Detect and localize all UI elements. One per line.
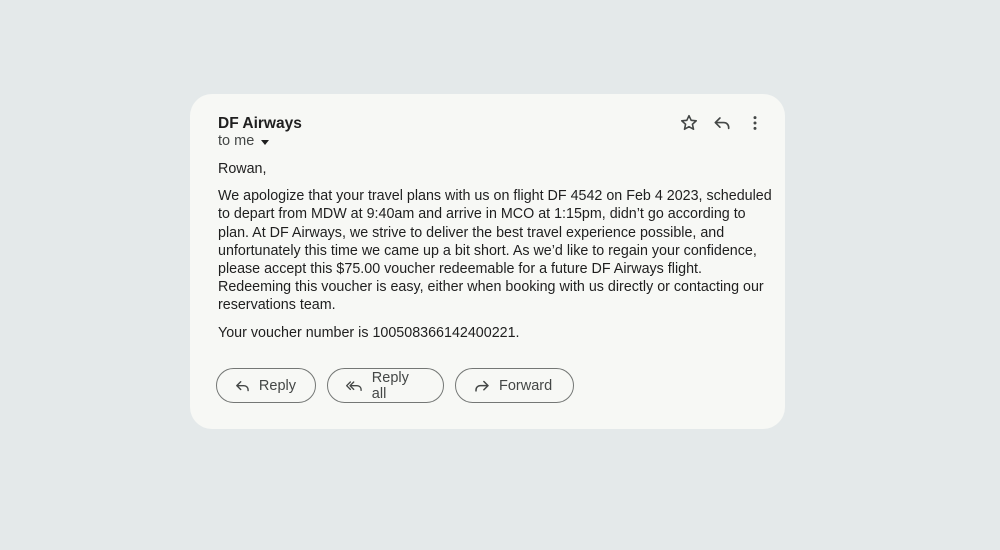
forward-icon	[475, 380, 489, 392]
message-paragraph: We apologize that your travel plans with…	[218, 188, 772, 314]
more-vert-icon	[753, 116, 756, 130]
reply-button-label: Reply	[258, 377, 296, 394]
more-options-button[interactable]	[738, 111, 771, 135]
reply-all-icon	[346, 380, 362, 391]
recipient-label: to me	[218, 133, 255, 149]
sender-name: DF Airways	[218, 115, 302, 132]
header-actions	[672, 111, 771, 135]
email-body: Rowan, We apologize that your travel pla…	[218, 160, 778, 351]
recipient-dropdown[interactable]: to me	[218, 133, 270, 149]
action-buttons: Reply Reply all Forward	[216, 368, 585, 403]
email-card: DF Airways to me Rowan, We apologize tha…	[190, 94, 785, 429]
reply-all-button[interactable]: Reply all	[327, 368, 444, 403]
star-icon	[680, 114, 697, 131]
reply-all-button-label: Reply all	[371, 369, 409, 402]
reply-button[interactable]: Reply	[216, 368, 316, 403]
forward-button-label: Forward	[499, 377, 553, 394]
caret-down-icon	[261, 139, 270, 145]
reply-icon	[236, 380, 249, 391]
star-button[interactable]	[672, 111, 705, 135]
reply-icon	[714, 117, 729, 130]
greeting: Rowan,	[218, 161, 267, 177]
voucher-line: Your voucher number is 10050836614240022…	[218, 324, 520, 341]
forward-button[interactable]: Forward	[455, 368, 574, 403]
reply-icon-button[interactable]	[705, 111, 738, 135]
